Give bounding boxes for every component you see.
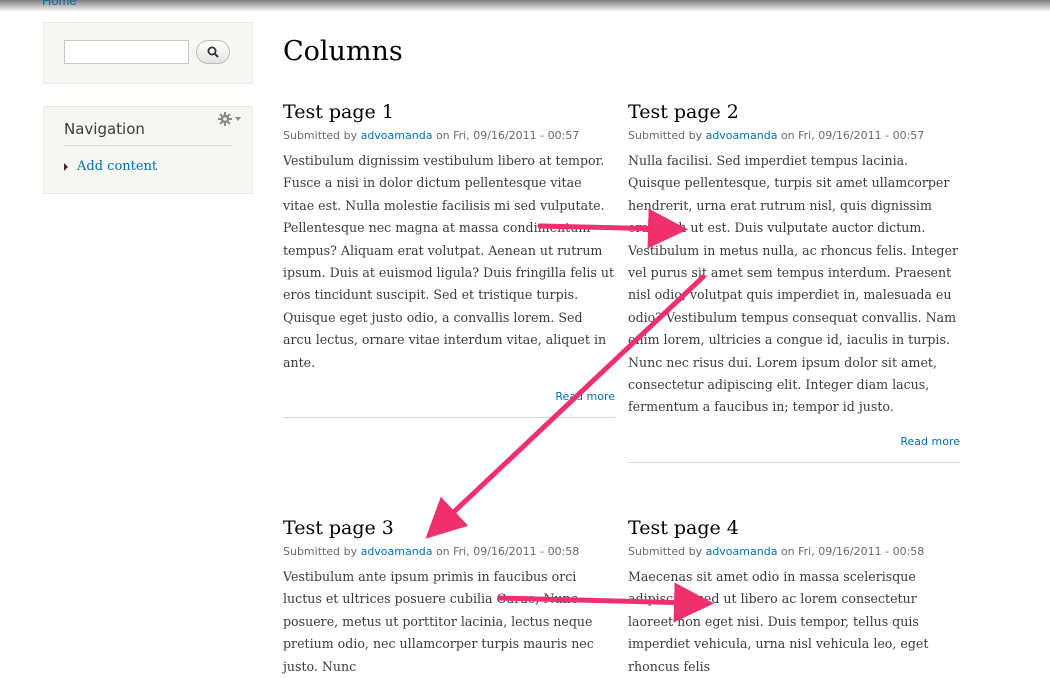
author-link[interactable]: advoamanda: [361, 545, 433, 558]
submitted-date: on Fri, 09/16/2011 - 00:57: [780, 129, 925, 142]
author-link[interactable]: advoamanda: [706, 129, 778, 142]
chevron-down-icon: [235, 117, 241, 121]
search-block: [43, 22, 253, 84]
submitted-date: on Fri, 09/16/2011 - 00:57: [435, 129, 580, 142]
nav-item-add-content[interactable]: Add content: [64, 159, 157, 174]
node-divider: [628, 461, 960, 463]
submitted-prefix: Submitted by: [283, 129, 358, 142]
gear-icon[interactable]: [218, 111, 244, 127]
node-test-page-4: Test page 4 Submitted by advoamanda on F…: [628, 516, 960, 678]
top-toolbar-shadow: [0, 0, 1050, 12]
node-title[interactable]: Test page 3: [283, 516, 615, 540]
navigation-divider: [64, 145, 232, 146]
node-divider: [283, 417, 615, 419]
add-content-link[interactable]: Add content: [77, 159, 157, 174]
submitted-prefix: Submitted by: [628, 545, 703, 558]
search-icon: [207, 46, 219, 58]
read-more: Read more: [628, 435, 960, 448]
submitted-prefix: Submitted by: [628, 129, 703, 142]
navigation-title: Navigation: [64, 120, 145, 138]
submitted-line: Submitted by advoamanda on Fri, 09/16/20…: [283, 544, 615, 560]
bullet-arrow-icon: [64, 162, 68, 171]
node-body: Vestibulum ante ipsum primis in faucibus…: [283, 569, 594, 674]
author-link[interactable]: advoamanda: [361, 129, 433, 142]
page-title: Columns: [283, 36, 403, 67]
breadcrumb-home-link[interactable]: Home: [42, 0, 77, 8]
node-body: Maecenas sit amet odio in massa sceleris…: [628, 569, 929, 674]
navigation-block: Navigation Add content: [43, 106, 253, 194]
search-input[interactable]: [64, 40, 189, 64]
submitted-prefix: Submitted by: [283, 545, 358, 558]
node-test-page-1: Test page 1 Submitted by advoamanda on F…: [283, 100, 615, 419]
node-title[interactable]: Test page 4: [628, 516, 960, 540]
node-test-page-3: Test page 3 Submitted by advoamanda on F…: [283, 516, 615, 678]
node-title[interactable]: Test page 2: [628, 100, 960, 124]
read-more-link[interactable]: Read more: [900, 435, 960, 448]
author-link[interactable]: advoamanda: [706, 545, 778, 558]
node-title[interactable]: Test page 1: [283, 100, 615, 124]
node-body: Nulla facilisi. Sed imperdiet tempus lac…: [628, 153, 958, 415]
submitted-date: on Fri, 09/16/2011 - 00:58: [780, 545, 925, 558]
submitted-date: on Fri, 09/16/2011 - 00:58: [435, 545, 580, 558]
node-test-page-2: Test page 2 Submitted by advoamanda on F…: [628, 100, 960, 463]
submitted-line: Submitted by advoamanda on Fri, 09/16/20…: [628, 544, 960, 560]
submitted-line: Submitted by advoamanda on Fri, 09/16/20…: [628, 128, 960, 144]
read-more: Read more: [283, 390, 615, 403]
read-more-link[interactable]: Read more: [555, 390, 615, 403]
search-button[interactable]: [196, 40, 230, 64]
submitted-line: Submitted by advoamanda on Fri, 09/16/20…: [283, 128, 615, 144]
node-body: Vestibulum dignissim vestibulum libero a…: [283, 153, 615, 370]
